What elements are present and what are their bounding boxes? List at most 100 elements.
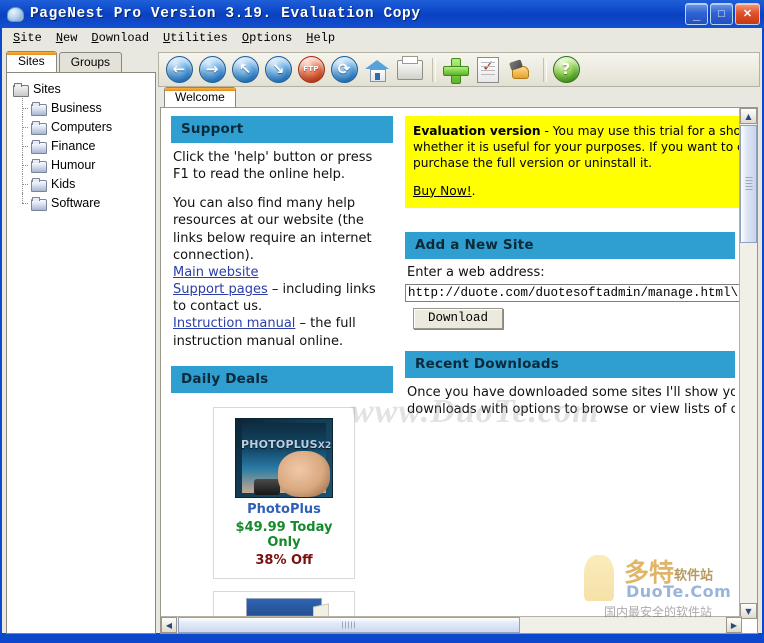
main-website-link[interactable]: Main website xyxy=(173,265,259,280)
chevron-down-icon: ▼ xyxy=(745,606,752,616)
horizontal-scroll-thumb[interactable] xyxy=(178,617,520,633)
close-button[interactable]: ✕ xyxy=(735,3,760,25)
scroll-right-button[interactable]: ▶ xyxy=(726,617,742,633)
tree-item-software[interactable]: Software xyxy=(13,193,151,212)
menu-rest-new: ew xyxy=(63,31,78,45)
stop-icon-label: FTP xyxy=(303,65,319,73)
horizontal-scrollbar[interactable]: ◀ ▶ xyxy=(161,616,742,633)
scroll-left-button[interactable]: ◀ xyxy=(161,617,177,633)
globe-icon xyxy=(6,5,24,23)
sidebar-tabs: Sites Groups xyxy=(6,51,124,72)
application-window: PageNest Pro Version 3.19. Evaluation Co… xyxy=(0,0,764,643)
home-icon xyxy=(365,59,389,82)
support-para-1: Click the 'help' button or press F1 to r… xyxy=(173,150,373,183)
recent-downloads-line-1: Once you have downloaded some sites I'll… xyxy=(407,384,735,400)
deal-card[interactable]: PHOTOPLUSX2 PhotoPlus $49.99 Today Only … xyxy=(213,406,355,579)
menu-accel-download: D xyxy=(91,31,99,45)
refresh-button[interactable]: ⟳ xyxy=(329,55,359,84)
title-bar: PageNest Pro Version 3.19. Evaluation Co… xyxy=(0,0,764,28)
evaluation-strong: Evaluation version xyxy=(413,124,541,138)
arrow-right-icon: → xyxy=(198,56,226,83)
vertical-scroll-thumb[interactable] xyxy=(740,125,757,243)
scroll-up-button[interactable]: ▲ xyxy=(740,108,757,124)
tree-item-business[interactable]: Business xyxy=(13,98,151,117)
daily-deals-heading: Daily Deals xyxy=(171,365,393,393)
forward-button[interactable]: → xyxy=(197,55,227,84)
maximize-button[interactable]: □ xyxy=(710,3,733,25)
arrow-left-icon: ← xyxy=(165,56,193,83)
plus-icon xyxy=(443,57,469,84)
toolbar-separator xyxy=(432,57,436,82)
evaluation-line-1: - You may use this trial for a short p xyxy=(540,124,741,138)
sidebar-tab-sites[interactable]: Sites xyxy=(6,51,57,72)
ftp-stop-button[interactable]: FTP xyxy=(296,55,326,84)
add-site-button[interactable] xyxy=(440,55,470,84)
tree-item-label: Finance xyxy=(51,138,96,153)
menu-item-site[interactable]: Site xyxy=(8,30,51,46)
close-icon: ✕ xyxy=(742,7,753,20)
tree-item-label: Business xyxy=(51,100,102,115)
vertical-scrollbar[interactable]: ▲ ▼ xyxy=(739,108,757,619)
refresh-icon: ⟳ xyxy=(330,56,358,83)
select-tool-button[interactable] xyxy=(506,55,536,84)
folder-icon xyxy=(31,139,47,154)
support-pages-link[interactable]: Support pages xyxy=(173,282,268,297)
checklist-icon: ✓ xyxy=(477,56,499,83)
menu-item-help[interactable]: Help xyxy=(301,30,344,46)
help-button[interactable]: ? xyxy=(551,55,581,84)
help-icon: ? xyxy=(552,56,580,83)
support-heading: Support xyxy=(171,116,393,143)
tree-item-humour[interactable]: Humour xyxy=(13,155,151,174)
instruction-manual-link[interactable]: Instruction manual xyxy=(173,316,295,331)
buy-now-link[interactable]: Buy Now! xyxy=(413,184,472,198)
recent-downloads-heading: Recent Downloads xyxy=(405,350,735,378)
evaluation-line-3: purchase the full version or uninstall i… xyxy=(413,156,653,171)
up-level-button[interactable]: ↖ xyxy=(230,55,260,84)
tab-welcome[interactable]: Welcome xyxy=(164,87,236,107)
sidebar-tab-groups[interactable]: Groups xyxy=(58,52,123,72)
menu-item-utilities[interactable]: Utilities xyxy=(158,30,237,46)
tree-item-computers[interactable]: Computers xyxy=(13,117,151,136)
window-controls: _ □ ✕ xyxy=(685,3,760,25)
menu-rest-help: elp xyxy=(313,31,336,45)
buy-now-line: Buy Now!. xyxy=(413,183,741,199)
photoplus-box-image: PHOTOPLUSX2 xyxy=(235,417,333,498)
toolbar: ← → ↖ ↘ FTP ⟳ ✓ ? xyxy=(158,52,760,87)
edit-list-button[interactable]: ✓ xyxy=(473,55,503,84)
chevron-right-icon: ▶ xyxy=(730,620,738,630)
right-pane: ← → ↖ ↘ FTP ⟳ ✓ ? Welcome Support Click … xyxy=(158,52,760,634)
tree-item-label: Computers xyxy=(51,119,113,134)
tree-item-kids[interactable]: Kids xyxy=(13,174,151,193)
support-body: Click the 'help' button or press F1 to r… xyxy=(171,143,393,354)
recent-downloads-body: Once you have downloaded some sites I'll… xyxy=(405,378,735,422)
back-button[interactable]: ← xyxy=(164,55,194,84)
download-button[interactable]: Download xyxy=(413,307,504,329)
scroll-down-button[interactable]: ▼ xyxy=(740,603,757,619)
chevron-left-icon: ◀ xyxy=(165,620,173,630)
printer-icon xyxy=(397,55,423,80)
chevron-up-icon: ▲ xyxy=(745,111,752,121)
menu-item-download[interactable]: Download xyxy=(86,30,158,46)
menu-bar: Site New Download Utilities Options Help xyxy=(2,28,762,48)
arrow-up-left-icon: ↖ xyxy=(231,56,259,83)
menu-rest-utilities: tilities xyxy=(170,31,228,45)
tree-item-finance[interactable]: Finance xyxy=(13,136,151,155)
print-button[interactable] xyxy=(395,55,425,84)
welcome-page: Support Click the 'help' button or press… xyxy=(161,108,741,620)
menu-accel-new: N xyxy=(55,31,64,45)
minimize-button[interactable]: _ xyxy=(685,3,708,25)
arrow-down-right-icon: ↘ xyxy=(264,56,292,83)
right-column: Evaluation version - You may use this tr… xyxy=(405,116,741,620)
home-button[interactable] xyxy=(362,55,392,84)
support-links: Main website Support pages – including l… xyxy=(173,264,389,350)
tree-root-sites[interactable]: Sites xyxy=(13,79,151,98)
menu-rest-site: ite xyxy=(20,31,42,45)
add-site-heading: Add a New Site xyxy=(405,231,735,259)
down-level-button[interactable]: ↘ xyxy=(263,55,293,84)
web-address-input[interactable] xyxy=(405,283,741,302)
menu-item-new[interactable]: New xyxy=(51,30,87,46)
tree-item-label: Software xyxy=(51,195,101,210)
folder-icon xyxy=(31,101,47,116)
menu-item-options[interactable]: Options xyxy=(237,30,301,46)
sites-tree-panel: Sites Business Computers Finance Humour … xyxy=(6,72,156,634)
